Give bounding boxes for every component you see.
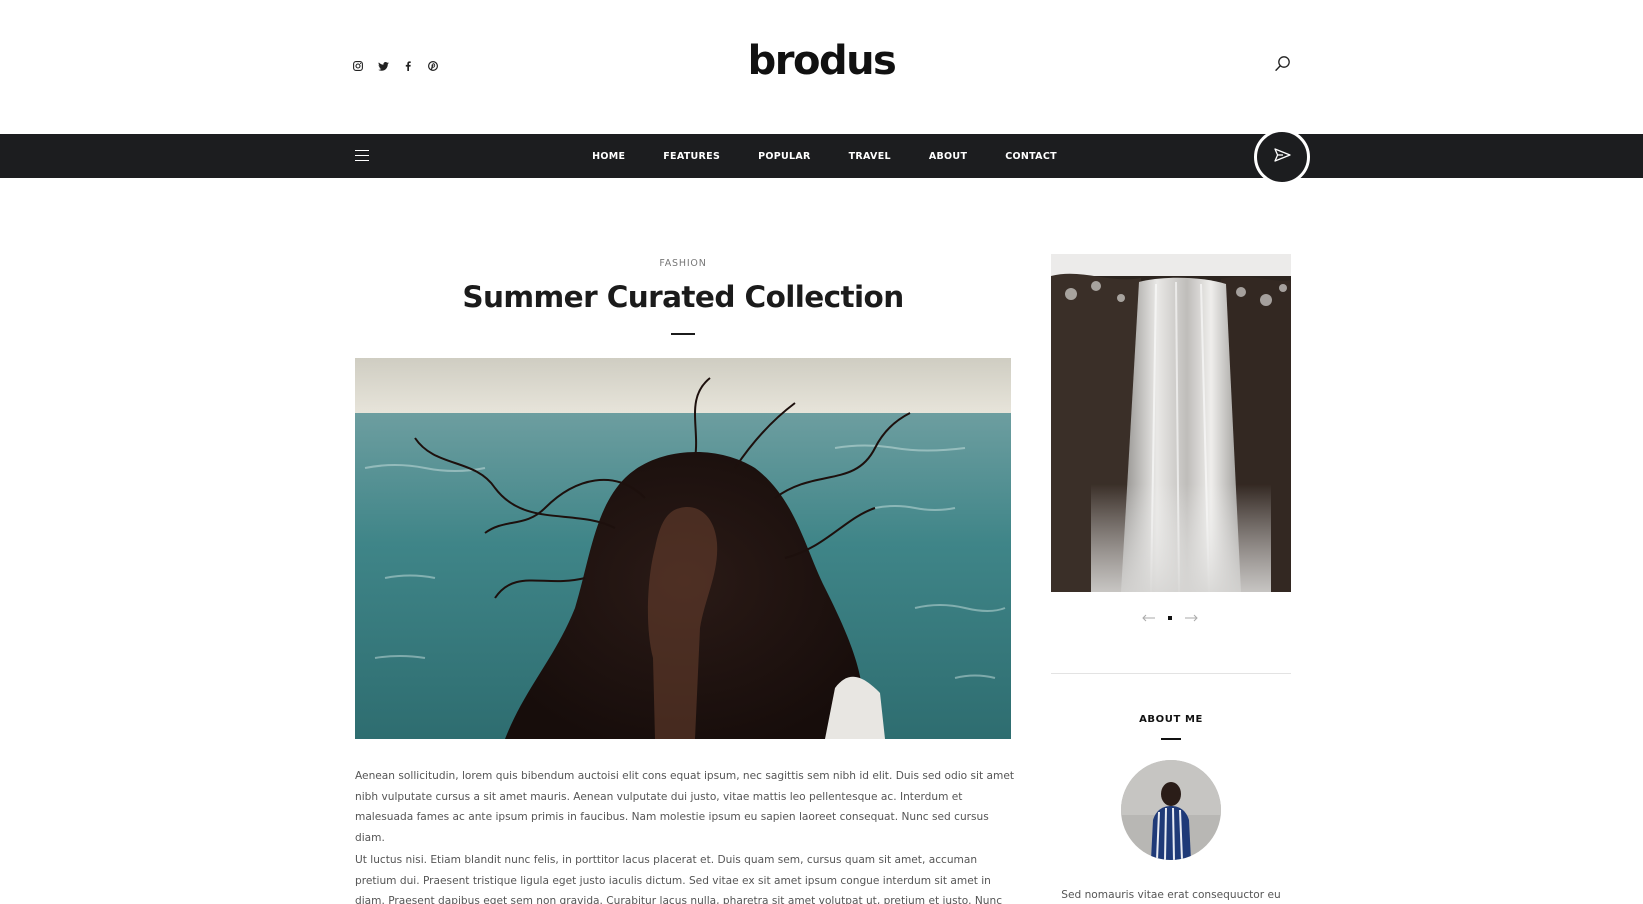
arrow-right-icon[interactable] <box>1184 613 1198 623</box>
arrow-left-icon[interactable] <box>1142 613 1156 623</box>
nav-menu: HOME FEATURES POPULAR TRAVEL ABOUT CONTA… <box>0 134 1643 178</box>
avatar <box>1121 760 1221 860</box>
title-divider <box>671 333 695 335</box>
about-heading: ABOUT ME <box>1139 714 1203 725</box>
subscribe-button[interactable] <box>1254 129 1310 185</box>
nav-item-travel[interactable]: TRAVEL <box>849 151 891 162</box>
site-header: brodus <box>0 0 1643 134</box>
paper-plane-icon <box>1273 147 1291 167</box>
post-featured-image[interactable] <box>355 358 1011 739</box>
nav-item-home[interactable]: HOME <box>592 151 625 162</box>
sidebar-divider <box>1051 673 1291 674</box>
about-underline <box>1161 738 1181 740</box>
slider-image[interactable] <box>1051 254 1291 592</box>
about-text: Sed nomauris vitae erat consequuctor eu <box>1061 889 1281 901</box>
post-category[interactable]: FASHION <box>355 258 1011 269</box>
nav-item-features[interactable]: FEATURES <box>663 151 720 162</box>
site-logo[interactable]: brodus <box>0 38 1643 84</box>
post-paragraph: Aenean sollicitudin, lorem quis bibendum… <box>355 770 1014 844</box>
post-paragraph: Ut luctus nisi. Etiam blandit nunc felis… <box>355 854 1003 904</box>
post-title[interactable]: Summer Curated Collection <box>355 280 1011 314</box>
nav-item-contact[interactable]: CONTACT <box>1005 151 1057 162</box>
nav-item-popular[interactable]: POPULAR <box>758 151 811 162</box>
nav-item-about[interactable]: ABOUT <box>929 151 967 162</box>
search-icon[interactable] <box>1274 55 1292 73</box>
main-navigation: HOME FEATURES POPULAR TRAVEL ABOUT CONTA… <box>0 129 1643 185</box>
slider-dot[interactable] <box>1168 616 1172 620</box>
slider-navigation <box>1142 613 1198 623</box>
